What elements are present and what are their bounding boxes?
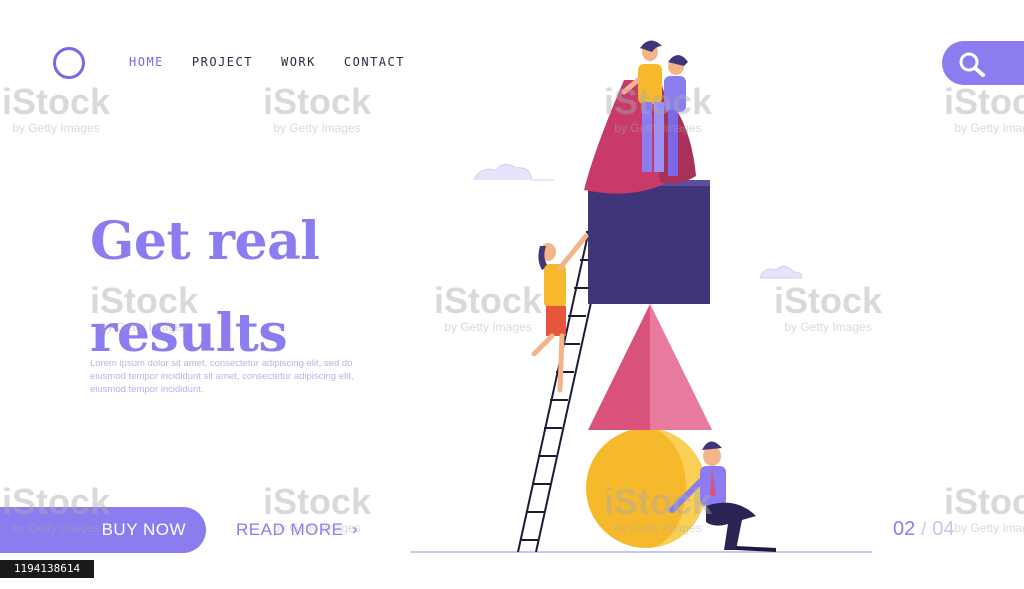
buy-now-button[interactable]: BUY NOW	[0, 507, 206, 553]
search-icon	[959, 52, 985, 77]
hero-title-line-1: Get real	[90, 211, 320, 272]
logo-ring[interactable]	[53, 47, 85, 79]
watermark: iStockby Getty Images	[944, 481, 1024, 535]
chevron-right-icon: ›	[351, 520, 359, 540]
hero-title: Get real results	[90, 196, 320, 380]
hero-body-text: Lorem ipsum dolor sit amet, consectetur …	[90, 358, 354, 395]
cloud-icon	[473, 164, 554, 181]
page-current: 02	[893, 518, 916, 540]
watermark: iStockby Getty Images	[944, 81, 1024, 135]
search-button[interactable]	[942, 41, 1024, 85]
page-separator: /	[921, 519, 927, 539]
cube-shape	[588, 186, 710, 304]
watermark: iStockby Getty Images	[2, 81, 111, 135]
cloud-icon	[759, 266, 803, 279]
main-nav: HOME PROJECT WORK CONTACT	[129, 55, 405, 69]
watermark: iStockby Getty Images	[263, 81, 372, 135]
climbing-woman	[531, 233, 589, 393]
nav-home[interactable]: HOME	[129, 55, 164, 69]
read-more-link[interactable]: READ MORE ›	[236, 520, 359, 540]
superhero-couple	[584, 40, 696, 194]
nav-work[interactable]: WORK	[281, 55, 316, 69]
nav-contact[interactable]: CONTACT	[344, 55, 405, 69]
page-total: 04	[932, 518, 955, 540]
nav-project[interactable]: PROJECT	[192, 55, 253, 69]
stock-image-id: 1194138614	[0, 560, 94, 578]
read-more-label: READ MORE	[236, 520, 344, 539]
hero-illustration	[410, 40, 872, 553]
page-indicator: 02/04	[893, 518, 955, 541]
